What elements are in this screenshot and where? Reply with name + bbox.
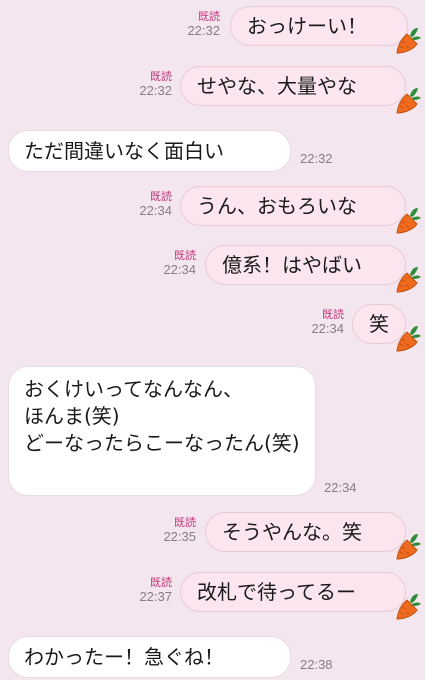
read-receipt: 既読 bbox=[198, 11, 220, 23]
timestamp: 22:34 bbox=[163, 262, 196, 277]
message-meta: 既読 22:34 bbox=[120, 190, 172, 218]
message-bubble[interactable]: わかったー！急ぐね！ bbox=[8, 636, 291, 678]
timestamp: 22:32 bbox=[187, 23, 220, 38]
timestamp: 22:34 bbox=[311, 321, 344, 336]
message-meta: 既読 22:32 bbox=[120, 70, 172, 98]
timestamp: 22:37 bbox=[139, 589, 172, 604]
timestamp: 22:32 bbox=[300, 151, 333, 166]
carrot-icon bbox=[396, 88, 421, 114]
message-meta: 既読 22:35 bbox=[144, 516, 196, 544]
carrot-icon bbox=[396, 534, 421, 560]
carrot-icon bbox=[396, 594, 421, 620]
message-meta: 既読 22:34 bbox=[292, 308, 344, 336]
timestamp: 22:34 bbox=[139, 203, 172, 218]
read-receipt: 既読 bbox=[174, 250, 196, 262]
carrot-icon bbox=[396, 326, 421, 352]
timestamp: 22:35 bbox=[163, 529, 196, 544]
message-meta: 既読 22:37 bbox=[120, 576, 172, 604]
message-bubble[interactable]: うん、おもろいな bbox=[180, 186, 406, 226]
read-receipt: 既読 bbox=[150, 577, 172, 589]
message-meta: 既読 22:34 bbox=[144, 249, 196, 277]
timestamp: 22:38 bbox=[300, 657, 333, 672]
message-bubble[interactable]: 億系！はやばい bbox=[205, 245, 406, 285]
timestamp: 22:32 bbox=[139, 83, 172, 98]
message-meta: 既読 22:32 bbox=[168, 10, 220, 38]
message-bubble[interactable]: そうやんな。笑 bbox=[205, 512, 406, 552]
carrot-icon bbox=[396, 267, 421, 293]
carrot-icon bbox=[396, 208, 421, 234]
message-bubble[interactable]: せやな、大量やな bbox=[180, 66, 406, 106]
timestamp: 22:34 bbox=[324, 480, 357, 495]
carrot-icon bbox=[396, 28, 421, 54]
read-receipt: 既読 bbox=[150, 191, 172, 203]
message-bubble[interactable]: おっけーい！ bbox=[230, 6, 408, 46]
message-bubble[interactable]: ただ間違いなく面白い bbox=[8, 130, 291, 172]
read-receipt: 既読 bbox=[174, 517, 196, 529]
read-receipt: 既読 bbox=[322, 309, 344, 321]
read-receipt: 既読 bbox=[150, 71, 172, 83]
message-bubble[interactable]: おくけいってなんなん、 ほんま(笑) どーなったらこーなったん(笑) bbox=[8, 366, 316, 496]
message-bubble[interactable]: 改札で待ってるー bbox=[180, 572, 406, 612]
